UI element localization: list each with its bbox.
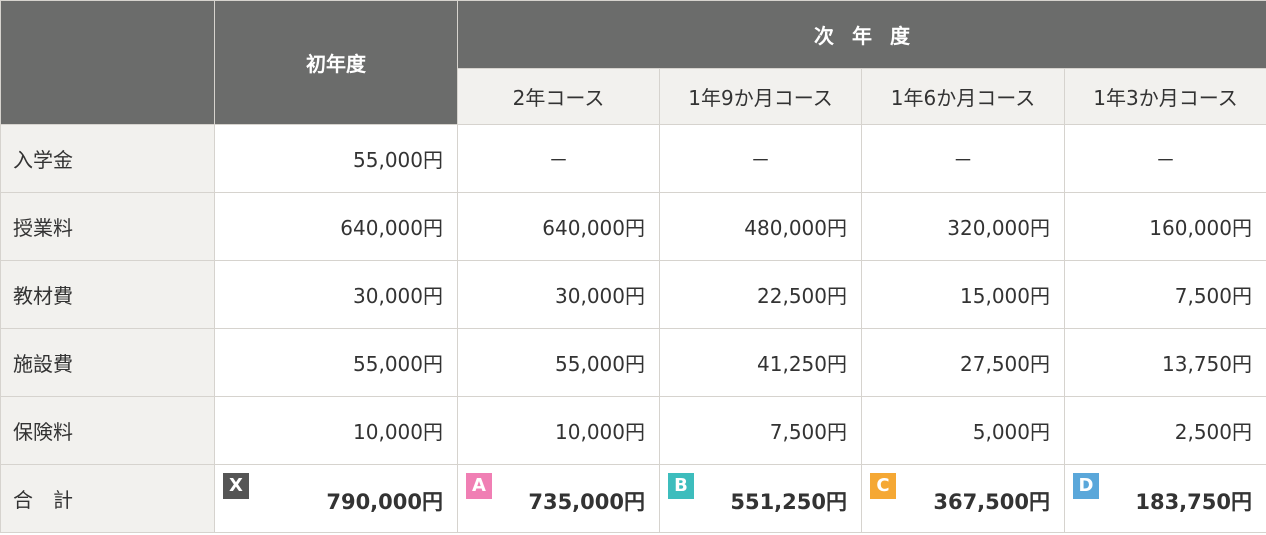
total-cell-b: B 551,250円 [659, 464, 862, 533]
total-label-cell: 合計 [0, 464, 215, 533]
next-year-header: 次年度 [457, 0, 1266, 69]
course-header-2y: 2年コース [457, 68, 660, 125]
row-label: 施設費 [0, 328, 215, 397]
course-header-1y9m: 1年9か月コース [659, 68, 862, 125]
badge-x: X [223, 473, 249, 499]
total-value: 735,000円 [528, 490, 645, 514]
course-value: 7,500円 [1064, 260, 1266, 329]
first-year-value: 30,000円 [214, 260, 458, 329]
course-value: 160,000円 [1064, 192, 1266, 261]
course-value: 640,000円 [457, 192, 660, 261]
total-value: 551,250円 [730, 490, 847, 514]
table-row: 保険料 10,000円 10,000円 7,500円 5,000円 2,500円 [0, 396, 1266, 465]
fee-table: 初年度 次年度 2年コース 1年9か月コース 1年6か月コース 1年3か月コース… [0, 0, 1266, 533]
row-label: 教材費 [0, 260, 215, 329]
badge-c: C [870, 473, 896, 499]
row-label: 授業料 [0, 192, 215, 261]
course-value: 22,500円 [659, 260, 862, 329]
total-value: 183,750円 [1135, 490, 1252, 514]
next-year-label: 次年度 [814, 24, 928, 48]
first-year-header: 初年度 [214, 0, 458, 125]
table-row: 授業料 640,000円 640,000円 480,000円 320,000円 … [0, 192, 1266, 261]
course-value: 480,000円 [659, 192, 862, 261]
course-value: 30,000円 [457, 260, 660, 329]
course-value: 55,000円 [457, 328, 660, 397]
course-value: － [1064, 124, 1266, 193]
total-cell-x: X 790,000円 [214, 464, 458, 533]
first-year-value: 55,000円 [214, 328, 458, 397]
first-year-value: 640,000円 [214, 192, 458, 261]
course-value: 320,000円 [861, 192, 1065, 261]
first-year-value: 10,000円 [214, 396, 458, 465]
course-value: 41,250円 [659, 328, 862, 397]
table-row: 教材費 30,000円 30,000円 22,500円 15,000円 7,50… [0, 260, 1266, 329]
badge-d: D [1073, 473, 1099, 499]
course-value: 2,500円 [1064, 396, 1266, 465]
total-cell-a: A 735,000円 [457, 464, 660, 533]
course-value: 7,500円 [659, 396, 862, 465]
course-value: 10,000円 [457, 396, 660, 465]
badge-b: B [668, 473, 694, 499]
total-cell-d: D 183,750円 [1064, 464, 1266, 533]
total-cell-c: C 367,500円 [861, 464, 1065, 533]
total-value: 790,000円 [326, 490, 443, 514]
table-row: 施設費 55,000円 55,000円 41,250円 27,500円 13,7… [0, 328, 1266, 397]
table-row: 入学金 55,000円 － － － － [0, 124, 1266, 193]
corner-cell [0, 0, 215, 125]
total-value: 367,500円 [933, 490, 1050, 514]
course-value: 5,000円 [861, 396, 1065, 465]
total-row: 合計 X 790,000円 A 735,000円 B 551,250円 C 36… [0, 464, 1266, 533]
row-label: 保険料 [0, 396, 215, 465]
course-value: － [457, 124, 660, 193]
course-value: 15,000円 [861, 260, 1065, 329]
course-value: － [861, 124, 1065, 193]
badge-a: A [466, 473, 492, 499]
first-year-value: 55,000円 [214, 124, 458, 193]
course-value: 13,750円 [1064, 328, 1266, 397]
total-label: 合計 [13, 488, 93, 512]
course-value: 27,500円 [861, 328, 1065, 397]
course-header-1y3m: 1年3か月コース [1064, 68, 1266, 125]
course-header-1y6m: 1年6か月コース [861, 68, 1065, 125]
course-value: － [659, 124, 862, 193]
row-label: 入学金 [0, 124, 215, 193]
